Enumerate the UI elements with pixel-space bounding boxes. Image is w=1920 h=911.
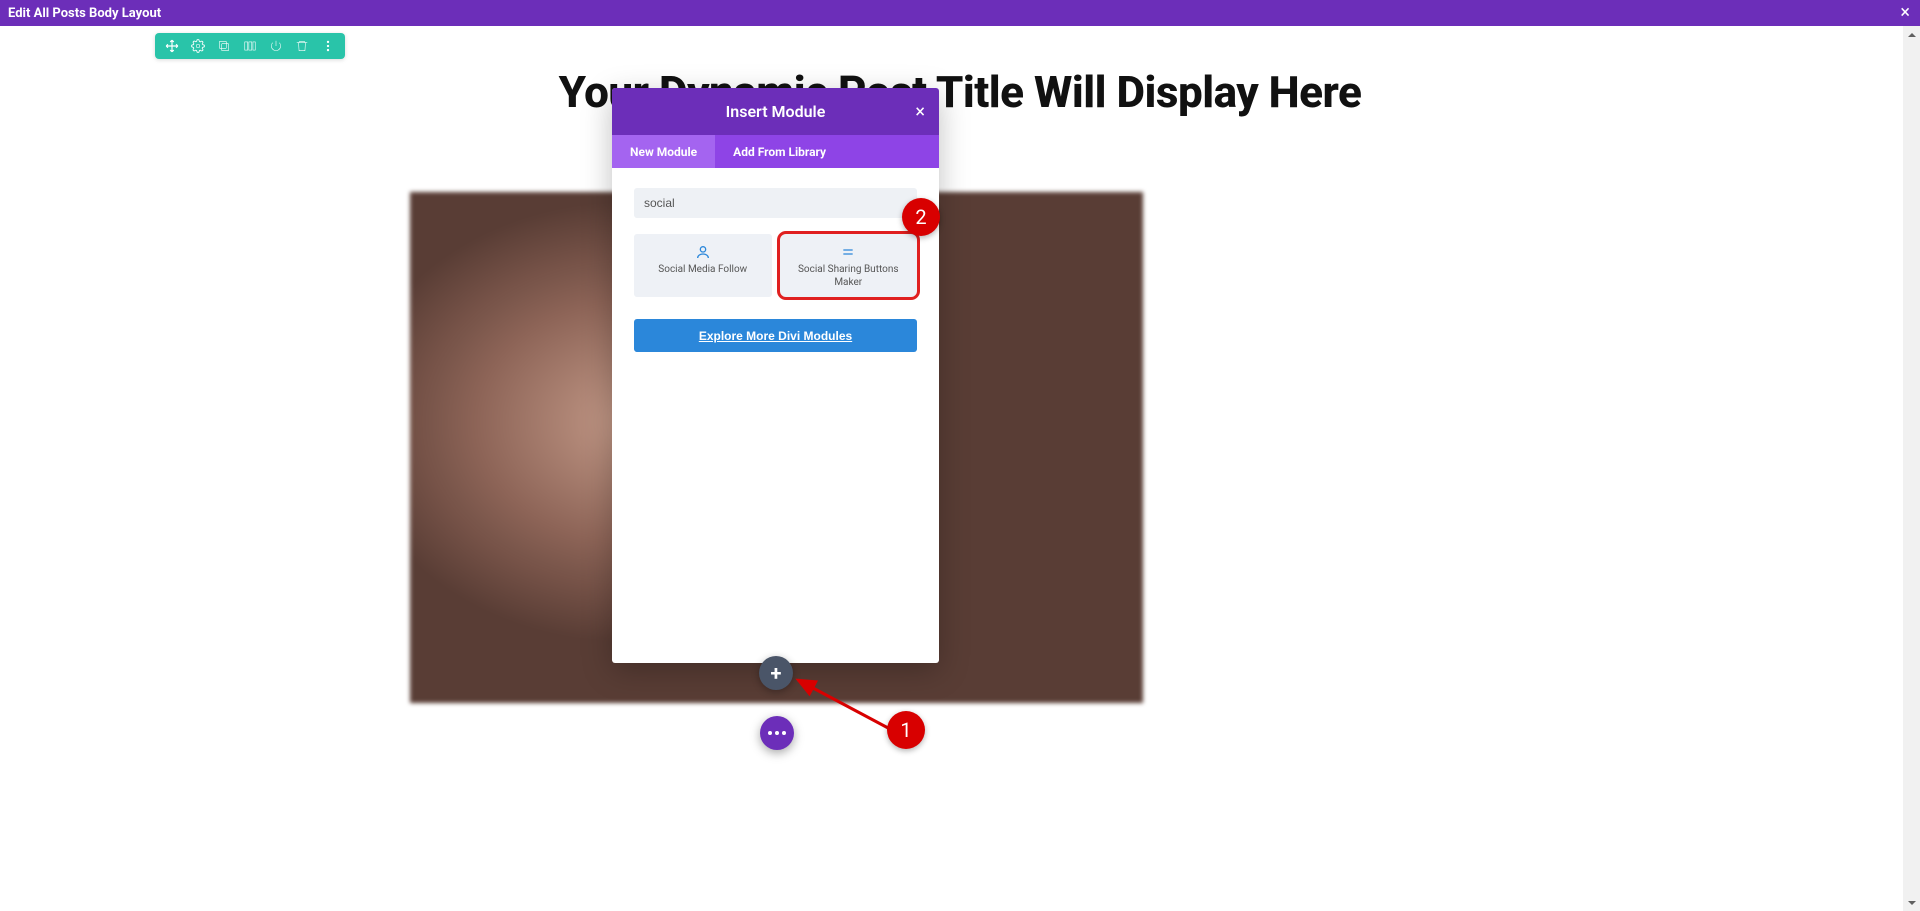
module-social-media-follow[interactable]: Social Media Follow: [634, 234, 772, 297]
section-toolbar: [155, 33, 345, 59]
close-builder-button[interactable]: ×: [1900, 4, 1910, 22]
explore-more-modules-button[interactable]: Explore More Divi Modules: [634, 319, 917, 352]
module-search-input[interactable]: [634, 188, 917, 218]
person-icon: [695, 244, 711, 260]
duplicate-icon[interactable]: [217, 39, 231, 53]
insert-module-modal: Insert Module × New Module Add From Libr…: [612, 88, 939, 663]
annotation-badge-1: 1: [887, 711, 925, 749]
close-modal-button[interactable]: ×: [915, 101, 925, 122]
more-vert-icon[interactable]: [321, 39, 335, 53]
add-module-button[interactable]: +: [759, 656, 793, 690]
builder-canvas: Your Dynamic Post Title Will Display Her…: [0, 26, 1920, 911]
module-social-sharing-buttons-maker[interactable]: Social Sharing Buttons Maker: [780, 234, 918, 297]
module-label: Social Media Follow: [658, 264, 747, 277]
columns-icon[interactable]: [243, 39, 257, 53]
modal-tabs: New Module Add From Library: [612, 135, 939, 168]
move-icon[interactable]: [165, 39, 179, 53]
trash-icon[interactable]: [295, 39, 309, 53]
gear-icon[interactable]: [191, 39, 205, 53]
builder-top-bar: Edit All Posts Body Layout ×: [0, 0, 1920, 26]
scroll-up-icon[interactable]: [1903, 26, 1920, 43]
tab-new-module[interactable]: New Module: [612, 135, 715, 168]
modal-header[interactable]: Insert Module ×: [612, 88, 939, 135]
annotation-badge-2: 2: [902, 198, 940, 236]
lines-icon: [840, 244, 856, 260]
module-label: Social Sharing Buttons Maker: [786, 264, 912, 289]
modal-body: Social Media Follow Social Sharing Butto…: [612, 168, 939, 663]
section-more-button[interactable]: [760, 716, 794, 750]
scroll-down-icon[interactable]: [1903, 894, 1920, 911]
modal-title: Insert Module: [726, 102, 826, 121]
page-vertical-scrollbar[interactable]: [1903, 26, 1920, 911]
power-icon[interactable]: [269, 39, 283, 53]
tab-add-from-library[interactable]: Add From Library: [715, 135, 844, 168]
builder-title: Edit All Posts Body Layout: [8, 6, 161, 21]
dots-icon: [768, 731, 786, 735]
module-grid: Social Media Follow Social Sharing Butto…: [634, 234, 917, 297]
